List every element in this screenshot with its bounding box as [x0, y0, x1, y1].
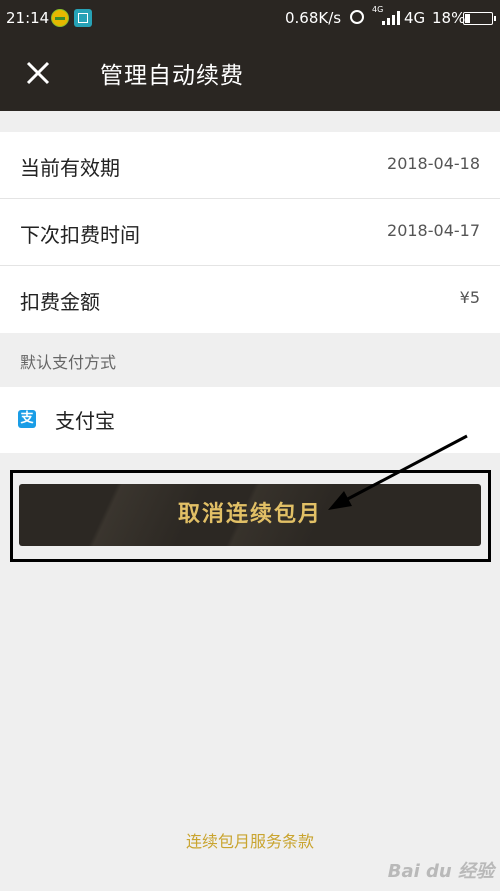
details-card: 当前有效期 2018-04-18 下次扣费时间 2018-04-17 扣费金额 …: [0, 132, 500, 333]
detail-row-next-charge: 下次扣费时间 2018-04-17: [0, 199, 500, 266]
detail-label: 下次扣费时间: [20, 223, 140, 247]
detail-label: 当前有效期: [20, 156, 120, 180]
network-speed: 0.68K/s: [285, 9, 342, 27]
app-notification-icon: [51, 9, 69, 27]
detail-row-amount: 扣费金额 ¥5: [0, 266, 500, 333]
payment-section-label: 默认支付方式: [20, 353, 117, 372]
baidu-watermark: Bai du 经验: [387, 861, 494, 882]
detail-value: ¥5: [459, 288, 480, 307]
battery-percent: 18%: [432, 9, 466, 27]
status-bar: 21:14 0.68K/s 4G 4G 18%: [0, 0, 500, 36]
battery-fill: [465, 14, 470, 23]
page-title: 管理自动续费: [100, 63, 244, 89]
detail-label: 扣费金额: [20, 290, 100, 314]
app-header: 管理自动续费: [0, 36, 500, 111]
payment-method-label: 支付宝: [55, 409, 115, 433]
detail-value: 2018-04-17: [387, 221, 480, 240]
service-terms-link[interactable]: 连续包月服务条款: [0, 828, 500, 852]
network-type: 4G: [404, 9, 426, 27]
detail-value: 2018-04-18: [387, 154, 480, 173]
detail-row-valid-until: 当前有效期 2018-04-18: [0, 132, 500, 199]
alipay-icon: 支: [18, 410, 36, 428]
alarm-icon: [350, 10, 364, 24]
signal-icon: [382, 11, 400, 25]
battery-icon: [463, 12, 496, 25]
close-icon[interactable]: [24, 59, 52, 87]
scan-notification-icon: [74, 9, 92, 27]
status-time: 21:14: [6, 9, 50, 27]
cancel-subscription-button[interactable]: 取消连续包月: [19, 484, 481, 546]
